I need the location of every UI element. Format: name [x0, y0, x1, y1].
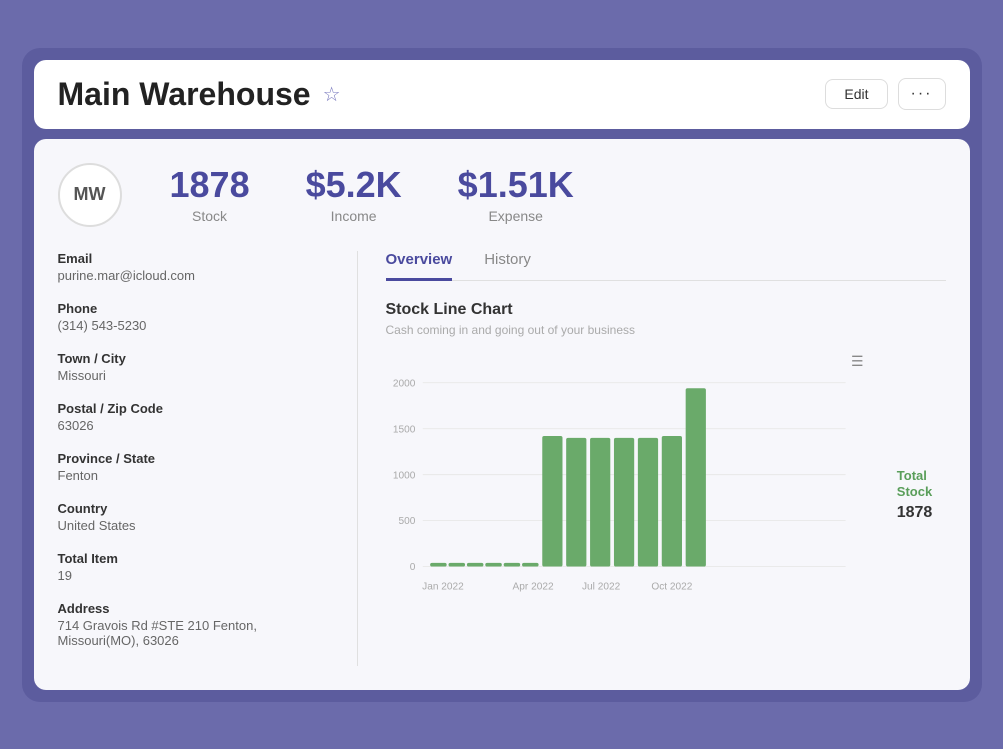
state-label: Province / State: [58, 451, 333, 466]
address-value: 714 Gravois Rd #STE 210 Fenton, Missouri…: [58, 618, 333, 648]
expense-label: Expense: [458, 208, 574, 224]
city-value: Missouri: [58, 368, 333, 383]
income-value: $5.2K: [306, 165, 402, 205]
zip-label: Postal / Zip Code: [58, 401, 333, 416]
stat-stock: 1878 Stock: [170, 165, 250, 225]
chart-svg-wrapper: ☰ 2000 1500 1000 500: [386, 353, 864, 638]
header-left: Main Warehouse ☆: [58, 76, 341, 113]
info-phone: Phone (314) 543-5230: [58, 301, 333, 333]
avatar: MW: [58, 163, 122, 227]
chart-svg: 2000 1500 1000 500 0: [386, 353, 864, 633]
legend-value: 1878: [897, 504, 933, 522]
svg-text:2000: 2000: [392, 378, 415, 389]
svg-text:Jul 2022: Jul 2022: [581, 581, 620, 592]
expense-value: $1.51K: [458, 165, 574, 205]
chart-menu-icon[interactable]: ☰: [851, 353, 864, 370]
email-value: purine.mar@icloud.com: [58, 268, 333, 283]
outer-frame: Main Warehouse ☆ Edit ··· MW 1878 Stock …: [22, 48, 982, 702]
svg-text:0: 0: [409, 562, 415, 573]
country-value: United States: [58, 518, 333, 533]
svg-text:Jan 2022: Jan 2022: [422, 581, 464, 592]
stat-income: $5.2K Income: [306, 165, 402, 225]
right-panel: Overview History Stock Line Chart Cash c…: [358, 251, 946, 666]
chart-title: Stock Line Chart: [386, 301, 946, 319]
country-label: Country: [58, 501, 333, 516]
stock-label: Stock: [170, 208, 250, 224]
address-label: Address: [58, 601, 333, 616]
info-email: Email purine.mar@icloud.com: [58, 251, 333, 283]
edit-button[interactable]: Edit: [825, 79, 887, 109]
phone-label: Phone: [58, 301, 333, 316]
info-zip: Postal / Zip Code 63026: [58, 401, 333, 433]
svg-text:Apr 2022: Apr 2022: [512, 581, 553, 592]
header-right: Edit ···: [825, 78, 945, 110]
main-content: MW 1878 Stock $5.2K Income $1.51K Expens…: [34, 139, 970, 690]
info-state: Province / State Fenton: [58, 451, 333, 483]
info-country: Country United States: [58, 501, 333, 533]
header-bar: Main Warehouse ☆ Edit ···: [34, 60, 970, 129]
legend-label: TotalStock: [897, 468, 932, 499]
chart-area: ☰ 2000 1500 1000 500: [386, 353, 946, 638]
body-row: Email purine.mar@icloud.com Phone (314) …: [58, 251, 946, 666]
svg-text:Oct 2022: Oct 2022: [651, 581, 692, 592]
svg-text:500: 500: [398, 516, 415, 527]
info-city: Town / City Missouri: [58, 351, 333, 383]
total-item-label: Total Item: [58, 551, 333, 566]
state-value: Fenton: [58, 468, 333, 483]
tab-overview[interactable]: Overview: [386, 251, 453, 281]
zip-value: 63026: [58, 418, 333, 433]
star-icon[interactable]: ☆: [323, 82, 341, 107]
total-item-value: 19: [58, 568, 333, 583]
email-label: Email: [58, 251, 333, 266]
city-label: Town / City: [58, 351, 333, 366]
avatar-initials: MW: [74, 184, 106, 205]
stat-expense: $1.51K Expense: [458, 165, 574, 225]
stock-value: 1878: [170, 165, 250, 205]
info-address: Address 714 Gravois Rd #STE 210 Fenton, …: [58, 601, 333, 648]
chart-subtitle: Cash coming in and going out of your bus…: [386, 323, 946, 337]
svg-text:1000: 1000: [392, 470, 415, 481]
stats-row: MW 1878 Stock $5.2K Income $1.51K Expens…: [58, 163, 946, 227]
info-total-item: Total Item 19: [58, 551, 333, 583]
phone-value: (314) 543-5230: [58, 318, 333, 333]
tabs: Overview History: [386, 251, 946, 281]
svg-text:1500: 1500: [392, 424, 415, 435]
income-label: Income: [306, 208, 402, 224]
left-panel: Email purine.mar@icloud.com Phone (314) …: [58, 251, 358, 666]
page-title: Main Warehouse: [58, 76, 311, 113]
more-button[interactable]: ···: [898, 78, 946, 110]
chart-legend: TotalStock 1878: [876, 353, 946, 638]
tab-history[interactable]: History: [484, 251, 531, 281]
